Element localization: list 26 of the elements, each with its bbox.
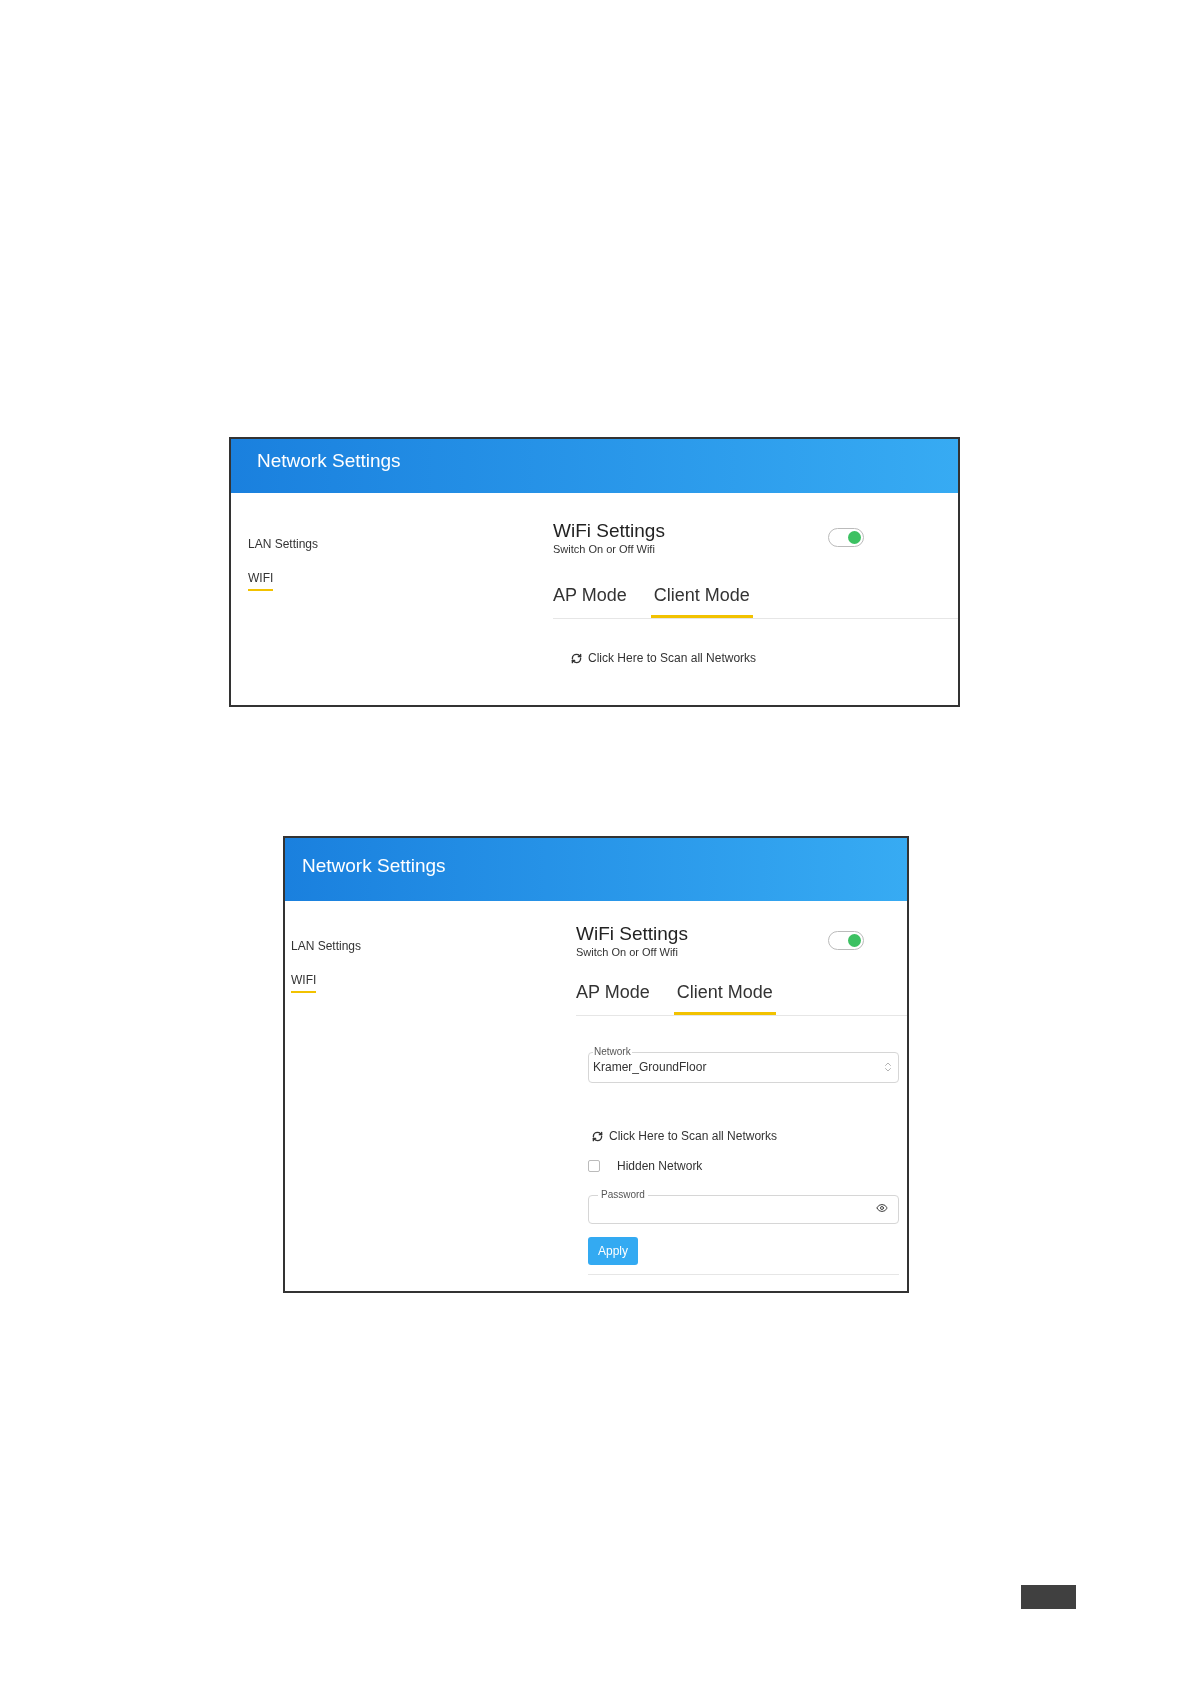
scan-networks-link[interactable]: Click Here to Scan all Networks	[588, 649, 757, 667]
refresh-icon	[571, 652, 582, 664]
section-title: WiFi Settings	[553, 519, 665, 542]
wifi-toggle[interactable]	[828, 528, 864, 547]
mode-tab[interactable]: AP Mode	[553, 582, 631, 618]
mode-tab[interactable]: Client Mode	[650, 582, 753, 618]
sidebar-item[interactable]: LAN Settings	[291, 937, 362, 959]
sidebar-item[interactable]: WIFI	[291, 971, 317, 993]
refresh-icon	[592, 1130, 603, 1142]
section-subtitle: Switch On or Off Wifi	[553, 542, 656, 556]
window-title: Network Settings	[257, 450, 401, 471]
scan-networks-link[interactable]: Click Here to Scan all Networks	[609, 1127, 778, 1145]
window-title: Network Settings	[302, 855, 446, 876]
password-field[interactable]: Password	[588, 1189, 899, 1224]
checkbox-label: Hidden Network	[617, 1158, 703, 1175]
checkbox[interactable]	[588, 1160, 600, 1172]
sidebar-item[interactable]: LAN Settings	[248, 535, 319, 557]
chevron-icon	[882, 1060, 894, 1074]
sidebar-item[interactable]: WIFI	[248, 569, 274, 591]
wifi-toggle[interactable]	[828, 931, 864, 950]
eye-icon[interactable]	[874, 1202, 890, 1214]
mode-tab[interactable]: AP Mode	[576, 979, 654, 1015]
mode-tab[interactable]: Client Mode	[673, 979, 776, 1015]
network-select[interactable]: Network Kramer_GroundFloor	[588, 1046, 899, 1083]
section-subtitle: Switch On or Off Wifi	[576, 945, 679, 959]
section-title: WiFi Settings	[576, 922, 688, 945]
